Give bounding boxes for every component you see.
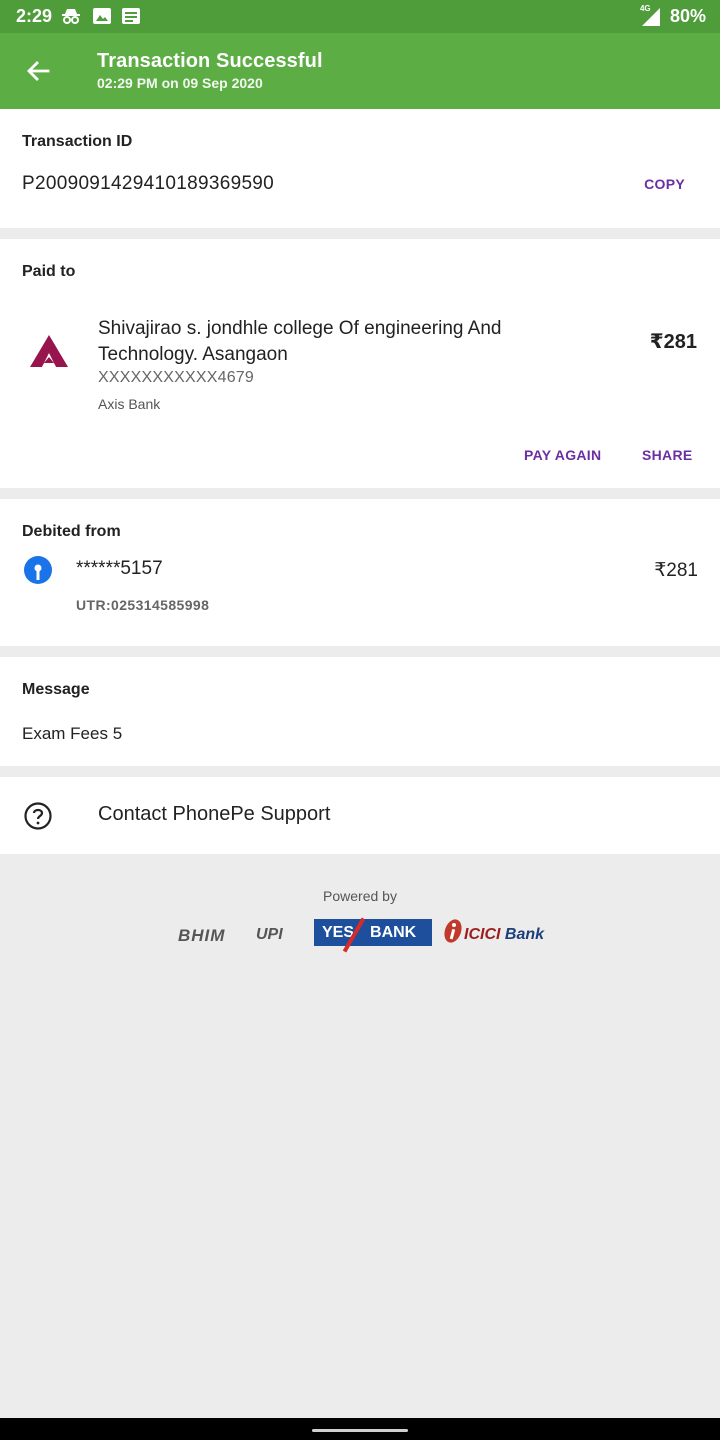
yes-bank-logo-bank: BANK	[370, 923, 417, 941]
debited-from-label: Debited from	[22, 523, 121, 540]
icici-logo-icon	[444, 919, 462, 943]
sbi-logo-icon	[24, 556, 52, 584]
copy-button[interactable]: COPY	[644, 176, 685, 192]
paid-amount: ₹281	[649, 331, 697, 353]
status-time: 2:29	[16, 6, 53, 26]
help-circle-icon	[24, 802, 52, 830]
payee-name: Shivajirao s. jondhle college Of enginee…	[98, 318, 502, 365]
transaction-card: Transaction ID P2009091429410189369590 C…	[0, 109, 720, 228]
incognito-icon	[62, 9, 80, 24]
payee-account-number: XXXXXXXXXXX4679	[98, 369, 254, 386]
home-gesture-pill[interactable]	[312, 1429, 408, 1432]
bhim-logo: BHIM	[178, 926, 226, 945]
message-text: Exam Fees 5	[22, 724, 123, 743]
upi-logo: UPI	[256, 926, 283, 943]
icici-logo-text: ICICI	[464, 926, 501, 943]
contact-support-label: Contact PhonePe Support	[98, 803, 331, 825]
battery-level: 80%	[669, 6, 706, 26]
pay-again-button[interactable]: PAY AGAIN	[524, 447, 601, 463]
signal-icon: 4G	[640, 4, 662, 26]
partner-logos: BHIM UPI YES BANK ICICI Bank	[176, 916, 566, 954]
page-subtitle: 02:29 PM on 09 Sep 2020	[97, 75, 263, 91]
message-card: Message Exam Fees 5	[0, 657, 720, 766]
axis-bank-logo-icon	[30, 335, 68, 367]
payee-bank-name: Axis Bank	[98, 396, 161, 412]
page-title: Transaction Successful	[97, 50, 323, 72]
status-bar: 2:29 4G 80%	[0, 0, 720, 33]
icici-bank-logo: ICICI Bank	[464, 926, 544, 944]
powered-by-label: Powered by	[323, 888, 397, 904]
status-right: 4G 80%	[640, 4, 706, 27]
contact-support-button[interactable]: Contact PhonePe Support	[0, 777, 720, 854]
paid-to-card: Paid to Shivajirao s. jondhle college Of…	[0, 239, 720, 488]
message-label: Message	[22, 681, 90, 698]
arrow-left-icon[interactable]	[24, 57, 52, 85]
transaction-id-value: P2009091429410189369590	[22, 173, 275, 194]
yes-bank-logo: YES BANK	[314, 917, 432, 953]
notes-icon	[122, 8, 140, 24]
utr-number: UTR:025314585998	[76, 597, 210, 613]
paid-to-label: Paid to	[22, 263, 76, 280]
network-type: 4G	[639, 3, 651, 13]
debited-from-card: Debited from ******5157 UTR:025314585998…	[0, 499, 720, 646]
icici-logo-bank: Bank	[504, 926, 545, 943]
debit-account-number: ******5157	[76, 558, 163, 579]
system-nav-bar	[0, 1418, 720, 1440]
app-bar: Transaction Successful 02:29 PM on 09 Se…	[0, 33, 720, 109]
transaction-id-label: Transaction ID	[22, 133, 133, 150]
share-button[interactable]: SHARE	[642, 447, 693, 463]
image-icon	[93, 8, 111, 24]
debit-amount: ₹281	[654, 560, 698, 581]
